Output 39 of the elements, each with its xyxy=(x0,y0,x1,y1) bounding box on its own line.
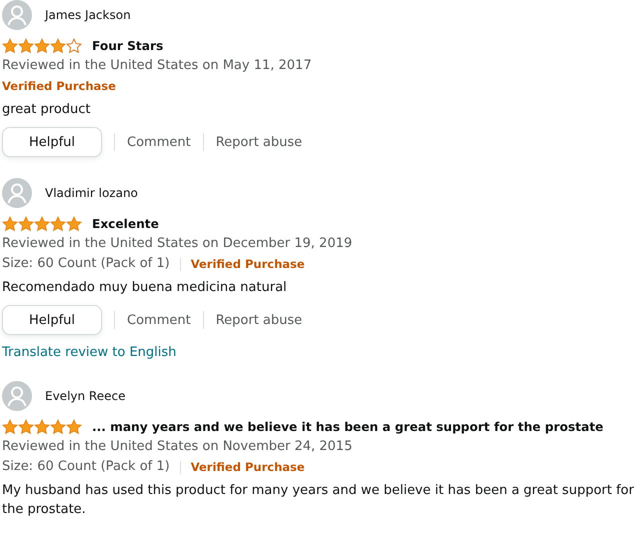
star-icon xyxy=(18,38,34,54)
star-icon xyxy=(50,419,66,435)
verified-purchase: Verified Purchase xyxy=(190,257,305,271)
reviewer-name: Vladimir lozano xyxy=(45,186,138,200)
star-icon xyxy=(2,216,18,232)
helpful-button[interactable]: Helpful xyxy=(2,305,102,335)
star-icon xyxy=(18,216,34,232)
translate-link[interactable]: Translate review to English xyxy=(0,345,640,360)
review-text: My husband has used this product for many years and we believe it has been a great support for the prostate. xyxy=(1,482,635,519)
review-date: Reviewed in the United States on December 19, 2019 xyxy=(1,235,354,253)
comment-link[interactable]: Comment xyxy=(127,312,191,328)
report-abuse-link[interactable]: Report abuse xyxy=(216,134,302,150)
review-title[interactable]: Excelente xyxy=(92,217,159,231)
review-date: Reviewed in the United States on May 11, 2017 xyxy=(1,57,313,75)
reviewer-name: James Jackson xyxy=(45,8,131,22)
star-icon xyxy=(2,419,18,435)
star-icon xyxy=(66,216,82,232)
report-abuse-link[interactable]: Report abuse xyxy=(216,312,302,328)
verified-purchase: Verified Purchase xyxy=(190,460,305,474)
star-icon xyxy=(50,216,66,232)
comment-link[interactable]: Comment xyxy=(127,134,191,150)
reviewer-name: Evelyn Reece xyxy=(45,389,126,403)
star-icon xyxy=(34,419,50,435)
review-title[interactable]: ... many years and we believe it has been a great support for the prostate xyxy=(92,420,604,434)
product-size: Size: 60 Count (Pack of 1) xyxy=(2,255,170,273)
star-icon xyxy=(66,38,82,54)
star-icon xyxy=(50,38,66,54)
star-icon xyxy=(66,419,82,435)
review-text: Recomendado muy buena medicina natural xyxy=(1,279,288,297)
helpful-button[interactable]: Helpful xyxy=(2,127,102,157)
star-icon xyxy=(18,419,34,435)
product-size: Size: 60 Count (Pack of 1) xyxy=(2,458,170,476)
review-title[interactable]: Four Stars xyxy=(92,39,164,53)
review-text: great product xyxy=(1,101,92,119)
star-icon xyxy=(34,216,50,232)
verified-purchase: Verified Purchase xyxy=(2,79,116,93)
star-icon xyxy=(2,38,18,54)
star-icon xyxy=(34,38,50,54)
review-date: Reviewed in the United States on November 24, 2015 xyxy=(1,438,354,456)
